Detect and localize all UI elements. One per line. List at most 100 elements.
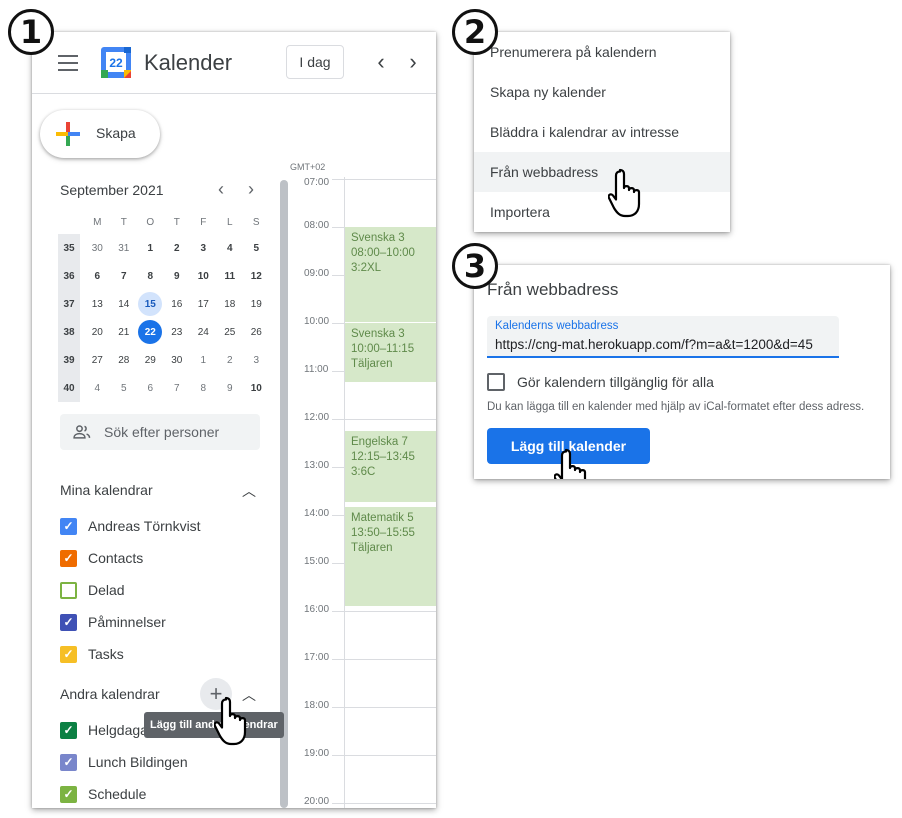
day-cell[interactable]: 11 [217, 262, 244, 290]
hour-label: 07:00 [304, 177, 330, 188]
day-number: 5 [120, 382, 127, 394]
event-room: 3:6C [351, 466, 376, 478]
hour-label: 17:00 [304, 652, 330, 663]
checkbox-icon[interactable]: ✓ [60, 549, 77, 567]
day-cell[interactable]: 31 [111, 234, 138, 262]
day-cell[interactable]: 8 [190, 374, 217, 402]
calendar-list-item[interactable]: ✓ Andreas Törnkvist [60, 515, 201, 537]
hour-line [332, 755, 436, 756]
chevron-up-icon[interactable]: ︿ [238, 480, 260, 502]
week-number: 37 [58, 290, 80, 318]
day-cell[interactable]: 2 [164, 234, 191, 262]
day-cell[interactable]: 10 [243, 374, 270, 402]
day-cell[interactable]: 26 [243, 318, 270, 346]
checkbox-icon[interactable]: ✓ [60, 613, 77, 631]
public-checkbox[interactable] [487, 373, 505, 391]
day-cell[interactable]: 9 [217, 374, 244, 402]
checkbox-icon[interactable]: ✓ [60, 645, 77, 663]
day-cell[interactable]: 5 [243, 234, 270, 262]
calendar-list-item[interactable]: ✓ Påminnelser [60, 611, 166, 633]
day-cell[interactable]: 13 [84, 290, 111, 318]
calendar-list-item[interactable]: ✓ Schedule [60, 783, 146, 805]
create-button[interactable]: Skapa [40, 110, 160, 158]
day-cell[interactable]: 8 [137, 262, 164, 290]
day-number: 22 [138, 320, 163, 344]
mini-next-icon[interactable]: › [240, 178, 262, 200]
google-calendar-logo[interactable]: 22 [100, 46, 132, 79]
url-field-value[interactable]: https://cng-mat.herokuapp.com/f?m=a&t=12… [495, 337, 813, 352]
weekday-label: T [173, 216, 180, 228]
calendar-url-field[interactable]: Kalenderns webbadress https://cng-mat.he… [487, 316, 839, 358]
day-number: 3 [253, 354, 260, 366]
day-cell[interactable]: 28 [111, 346, 138, 374]
day-cell[interactable]: 9 [164, 262, 191, 290]
mini-prev-icon[interactable]: ‹ [210, 178, 232, 200]
menu-item[interactable]: Från webbadress [474, 152, 730, 192]
other-calendars-title[interactable]: Andra kalendrar [60, 686, 160, 702]
day-cell[interactable]: 1 [190, 346, 217, 374]
day-cell[interactable]: 24 [190, 318, 217, 346]
day-cell[interactable]: 25 [217, 318, 244, 346]
people-search[interactable]: Sök efter personer [60, 414, 260, 450]
event-room: 3:2XL [351, 262, 382, 274]
day-cell[interactable]: 6 [137, 374, 164, 402]
calendar-list-item[interactable]: ✓ Lunch Bildingen [60, 751, 188, 773]
day-cell[interactable]: 6 [84, 262, 111, 290]
menu-item[interactable]: Importera [474, 192, 730, 232]
menu-item[interactable]: Skapa ny kalender [474, 72, 730, 112]
event-room: Täljaren [351, 358, 393, 370]
calendar-event[interactable]: Engelska 7 12:15–13:45 3:6C [345, 431, 436, 503]
day-cell[interactable]: 10 [190, 262, 217, 290]
day-cell[interactable]: 23 [164, 318, 191, 346]
calendar-list-item[interactable]: ✓ Contacts [60, 547, 143, 569]
calendar-list-item[interactable]: Delad [60, 579, 125, 601]
day-number: 10 [250, 382, 262, 394]
menu-item[interactable]: Bläddra i kalendrar av intresse [474, 112, 730, 152]
checkbox-icon[interactable] [60, 581, 77, 599]
hour-line [332, 419, 436, 420]
chevron-left-icon[interactable]: ‹ [367, 48, 395, 76]
day-cell[interactable]: 2 [217, 346, 244, 374]
day-cell[interactable]: 7 [111, 262, 138, 290]
day-cell[interactable]: 4 [217, 234, 244, 262]
calendar-event[interactable]: Svenska 3 10:00–11:15 Täljaren [345, 323, 436, 383]
weekday-label: T [120, 216, 127, 228]
checkbox-icon[interactable]: ✓ [60, 517, 77, 535]
day-cell[interactable]: 17 [190, 290, 217, 318]
today-button[interactable]: I dag [286, 45, 344, 79]
day-cell[interactable]: 7 [164, 374, 191, 402]
day-cell[interactable]: 4 [84, 374, 111, 402]
public-checkbox-label[interactable]: Gör kalendern tillgänglig för alla [517, 374, 714, 390]
calendar-event[interactable]: Matematik 5 13:50–15:55 Täljaren [345, 507, 436, 607]
checkbox-icon[interactable]: ✓ [60, 785, 77, 803]
top-bar: 22 Kalender I dag ‹ › [32, 32, 436, 94]
day-cell[interactable]: 19 [243, 290, 270, 318]
day-cell[interactable]: 15 [137, 290, 164, 318]
menu-item[interactable]: Prenumerera på kalendern [474, 32, 730, 72]
calendar-list-item[interactable]: ✓ Tasks [60, 643, 124, 665]
day-cell[interactable]: 1 [137, 234, 164, 262]
day-cell[interactable]: 21 [111, 318, 138, 346]
day-cell[interactable]: 16 [164, 290, 191, 318]
checkbox-icon[interactable]: ✓ [60, 721, 77, 739]
hour-line [332, 179, 436, 180]
hour-label: 20:00 [304, 796, 330, 807]
day-cell[interactable]: 30 [84, 234, 111, 262]
chevron-right-icon[interactable]: › [399, 48, 427, 76]
day-cell[interactable]: 12 [243, 262, 270, 290]
day-cell[interactable]: 27 [84, 346, 111, 374]
checkbox-icon[interactable]: ✓ [60, 753, 77, 771]
calendar-event[interactable]: Svenska 3 08:00–10:00 3:2XL [345, 227, 436, 323]
day-cell[interactable]: 22 [137, 318, 164, 346]
day-cell[interactable]: 20 [84, 318, 111, 346]
day-cell[interactable]: 14 [111, 290, 138, 318]
day-cell[interactable]: 18 [217, 290, 244, 318]
week-number: 38 [58, 318, 80, 346]
my-calendars-title[interactable]: Mina kalendrar [60, 482, 153, 498]
menu-icon[interactable] [58, 55, 78, 71]
day-cell[interactable]: 3 [190, 234, 217, 262]
day-cell[interactable]: 5 [111, 374, 138, 402]
day-cell[interactable]: 30 [164, 346, 191, 374]
day-cell[interactable]: 3 [243, 346, 270, 374]
day-cell[interactable]: 29 [137, 346, 164, 374]
